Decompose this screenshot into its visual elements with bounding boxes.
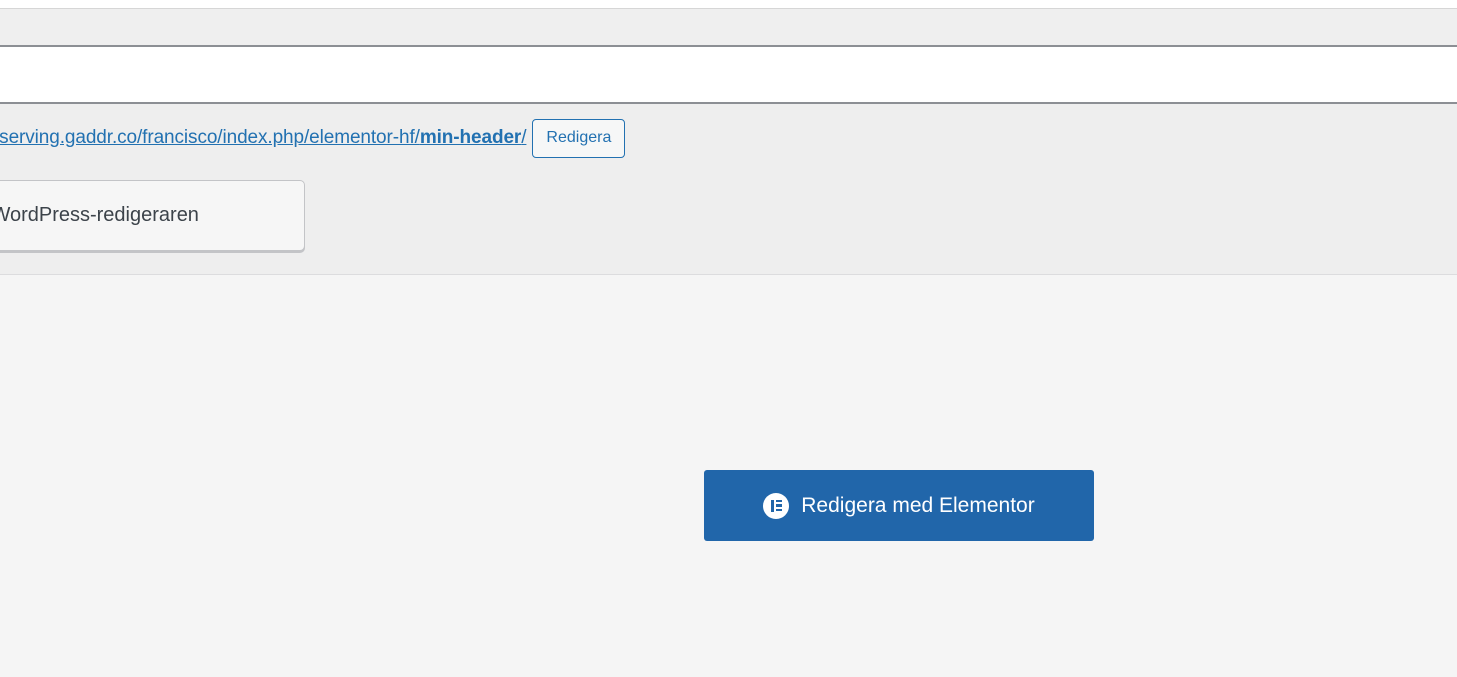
edit-with-elementor-label: Redigera med Elementor <box>801 493 1035 517</box>
permalink-link[interactable]: /serving.gaddr.co/francisco/index.php/el… <box>0 127 527 149</box>
elementor-icon <box>763 492 790 519</box>
permalink-base: /serving.gaddr.co/francisco/index.php/el… <box>0 127 420 148</box>
edit-with-elementor-button[interactable]: Redigera med Elementor <box>704 470 1094 541</box>
permalink-slug: min-header <box>419 127 522 148</box>
edit-slug-button[interactable]: Redigera <box>532 118 626 158</box>
permalink-trailing: / <box>521 127 527 148</box>
toolbar-band <box>0 8 1457 47</box>
back-to-wordpress-editor-label: ll WordPress-redigeraren <box>0 204 199 226</box>
top-strip <box>0 0 1457 8</box>
back-to-wordpress-editor-button[interactable]: ll WordPress-redigeraren <box>0 180 305 251</box>
post-title-input[interactable] <box>0 47 1457 104</box>
editor-area: Redigera med Elementor <box>0 275 1457 677</box>
post-meta-area: /serving.gaddr.co/francisco/index.php/el… <box>0 104 1457 275</box>
permalink-row: /serving.gaddr.co/francisco/index.php/el… <box>0 118 626 158</box>
